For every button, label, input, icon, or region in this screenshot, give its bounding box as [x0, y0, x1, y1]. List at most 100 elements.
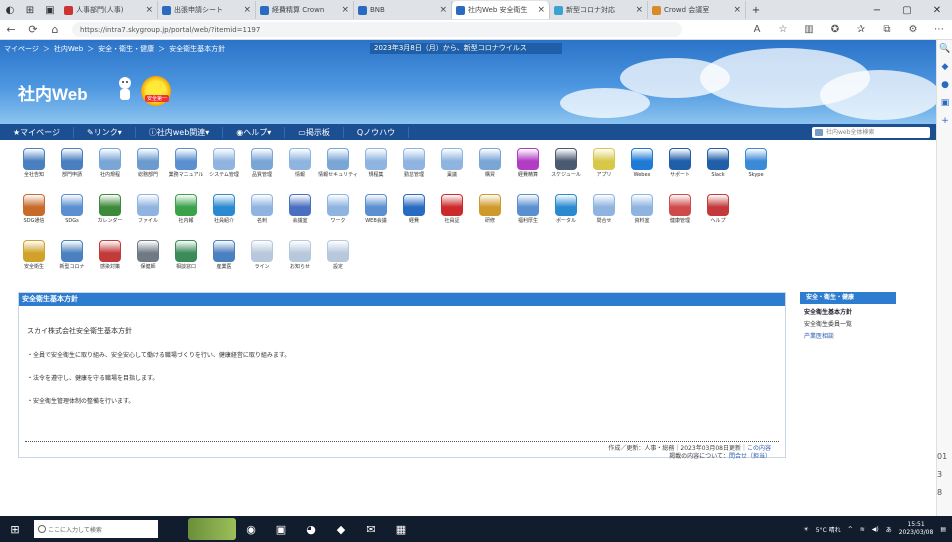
tab-title: 新型コロナ対応: [566, 6, 615, 14]
extensions-icon[interactable]: ✪: [822, 24, 848, 35]
sun-icon: 安全第一: [141, 76, 171, 106]
tab-actions-icon[interactable]: ▣: [42, 2, 58, 18]
tab-close-icon[interactable]: ×: [729, 5, 741, 15]
tab-close-icon[interactable]: ×: [631, 5, 643, 15]
weather-icon[interactable]: ☀: [803, 526, 808, 533]
sidebar-add-icon[interactable]: +: [937, 112, 952, 130]
breadcrumb-item[interactable]: マイページ: [4, 44, 39, 54]
link-tile[interactable]: ヘルプ: [694, 188, 742, 234]
store-icon[interactable]: ◆: [330, 518, 352, 540]
favorite-star-icon[interactable]: ☆: [770, 24, 796, 35]
link-tile[interactable]: 設定: [314, 234, 362, 280]
browser-tab[interactable]: 新型コロナ対応 ×: [550, 1, 648, 19]
link-tile-icon: [669, 148, 691, 170]
side-menu-item[interactable]: 安全衛生基本方針: [800, 304, 896, 316]
breadcrumb-item[interactable]: 社内Web: [54, 44, 83, 54]
url-field[interactable]: https://intra7.skygroup.jp/portal/web/?i…: [72, 22, 682, 37]
link-tile-icon: [289, 240, 311, 262]
footer-contact-link[interactable]: 問合せ（担当）: [729, 453, 771, 460]
link-tile-icon: [479, 194, 501, 216]
browser-tab[interactable]: 経費精算 Crown ×: [256, 1, 354, 19]
browser-tab[interactable]: 出張申請シート ×: [158, 1, 256, 19]
task-view-icon[interactable]: ◉: [240, 518, 262, 540]
tab-close-icon[interactable]: ×: [435, 5, 447, 15]
clock[interactable]: 15:51 2023/03/08: [899, 521, 934, 537]
widget-icon[interactable]: [188, 518, 236, 540]
nav-links[interactable]: ✎リンク▾: [74, 126, 136, 138]
sidebar-office-icon[interactable]: ▣: [937, 94, 952, 112]
more-menu-icon[interactable]: ⋯: [926, 24, 952, 35]
tab-title: 経費精算 Crown: [272, 6, 325, 14]
link-tile[interactable]: Skype: [732, 142, 780, 188]
link-tile-icon: [23, 240, 45, 262]
sidebar-tools-icon[interactable]: ●: [937, 76, 952, 94]
back-icon[interactable]: ←: [0, 23, 22, 36]
sidebar-shopping-icon[interactable]: ◆: [937, 58, 952, 76]
link-tile-icon: [365, 148, 387, 170]
browser-profile-icon[interactable]: ◐: [2, 2, 18, 18]
link-tile-icon: [441, 148, 463, 170]
side-menu-item[interactable]: 产業医相談: [800, 328, 896, 340]
panel-heading: スカイ株式会社安全衛生基本方針: [27, 327, 132, 335]
nav-knowhow[interactable]: Qノウハウ: [344, 126, 410, 138]
site-logo[interactable]: 社内Web: [18, 80, 88, 105]
sidebar-search-icon[interactable]: 🔍: [937, 40, 952, 58]
collections-icon[interactable]: ⧉: [874, 24, 900, 35]
copilot-icon[interactable]: ⚙: [900, 24, 926, 35]
side-menu-item[interactable]: 安全衛生委員一覧: [800, 316, 896, 328]
maximize-button[interactable]: ▢: [894, 2, 920, 18]
link-tile-icon: [175, 148, 197, 170]
explorer-icon[interactable]: ▣: [270, 518, 292, 540]
workspaces-icon[interactable]: ⊞: [22, 2, 38, 18]
minimize-button[interactable]: −: [864, 2, 890, 18]
footer-link[interactable]: この内容: [747, 445, 771, 452]
wifi-icon[interactable]: ≋: [860, 526, 865, 533]
site-search-input[interactable]: 社内web全体検索: [812, 126, 930, 138]
nav-help[interactable]: ◉ヘルプ▾: [223, 126, 286, 138]
split-screen-icon[interactable]: ▥: [796, 24, 822, 35]
tab-close-icon[interactable]: ×: [337, 5, 349, 15]
browser-tab[interactable]: BNB ×: [354, 1, 452, 19]
link-tile-icon: [289, 194, 311, 216]
link-tile-icon: [327, 148, 349, 170]
home-icon[interactable]: ⌂: [44, 23, 66, 36]
notice-ticker[interactable]: 2023年3月8日（月）から、新型コロナウイルス: [370, 43, 562, 54]
link-tile-icon: [99, 148, 121, 170]
edge-icon[interactable]: ◕: [300, 518, 322, 540]
ime-indicator[interactable]: あ: [886, 525, 892, 534]
taskbar-search-input[interactable]: ここに入力して検索: [34, 520, 158, 538]
tab-favicon-icon: [456, 5, 465, 15]
tray-arrow-icon[interactable]: ^: [848, 526, 853, 533]
speaker-icon[interactable]: ◀): [872, 526, 879, 533]
tab-close-icon[interactable]: ×: [533, 5, 545, 15]
breadcrumb-item[interactable]: 安全・衛生・健康: [98, 44, 154, 54]
panel-footer: 作成／更新：人事・総務｜2023年03月08日更新｜この内容 掲載の内容について…: [608, 445, 771, 460]
browser-tab[interactable]: 人事部門(人事) ×: [60, 1, 158, 19]
browser-tab[interactable]: Crowd 会議室 ×: [648, 1, 746, 19]
nav-board[interactable]: ▭掲示板: [285, 126, 344, 138]
link-tile-icon: [631, 194, 653, 216]
tab-title: 人事部門(人事): [76, 6, 124, 14]
notification-icon[interactable]: ▤: [940, 526, 946, 533]
new-tab-button[interactable]: +: [748, 2, 764, 18]
tab-close-icon[interactable]: ×: [141, 5, 153, 15]
right-edge-text: 01 3 8: [937, 452, 948, 497]
nav-mypage[interactable]: ★マイページ: [0, 126, 75, 138]
link-tile-icon: [213, 240, 235, 262]
mail-icon[interactable]: ✉: [360, 518, 382, 540]
app-icon[interactable]: ▦: [390, 518, 412, 540]
side-menu: 安全・衛生・健康 安全衛生基本方針 安全衛生委員一覧 产業医相談: [800, 292, 896, 356]
link-tile-icon: [593, 194, 615, 216]
nav-web-related[interactable]: ⓘ社内web関連▾: [136, 126, 224, 138]
tab-title: Crowd 会議室: [664, 6, 710, 14]
browser-tab[interactable]: 社内Web 安全衛生 ×: [452, 1, 550, 19]
edge-sidebar: 🔍 ◆ ● ▣ +: [936, 40, 952, 516]
start-icon[interactable]: ⊞: [4, 518, 26, 540]
close-button[interactable]: ✕: [924, 2, 950, 18]
refresh-icon[interactable]: ⟳: [22, 23, 44, 36]
read-aloud-icon[interactable]: A: [744, 24, 770, 35]
favorites-icon[interactable]: ✰: [848, 24, 874, 35]
link-tile-icon: [23, 148, 45, 170]
tab-close-icon[interactable]: ×: [239, 5, 251, 15]
weather-text[interactable]: 5°C 晴れ: [816, 525, 841, 534]
